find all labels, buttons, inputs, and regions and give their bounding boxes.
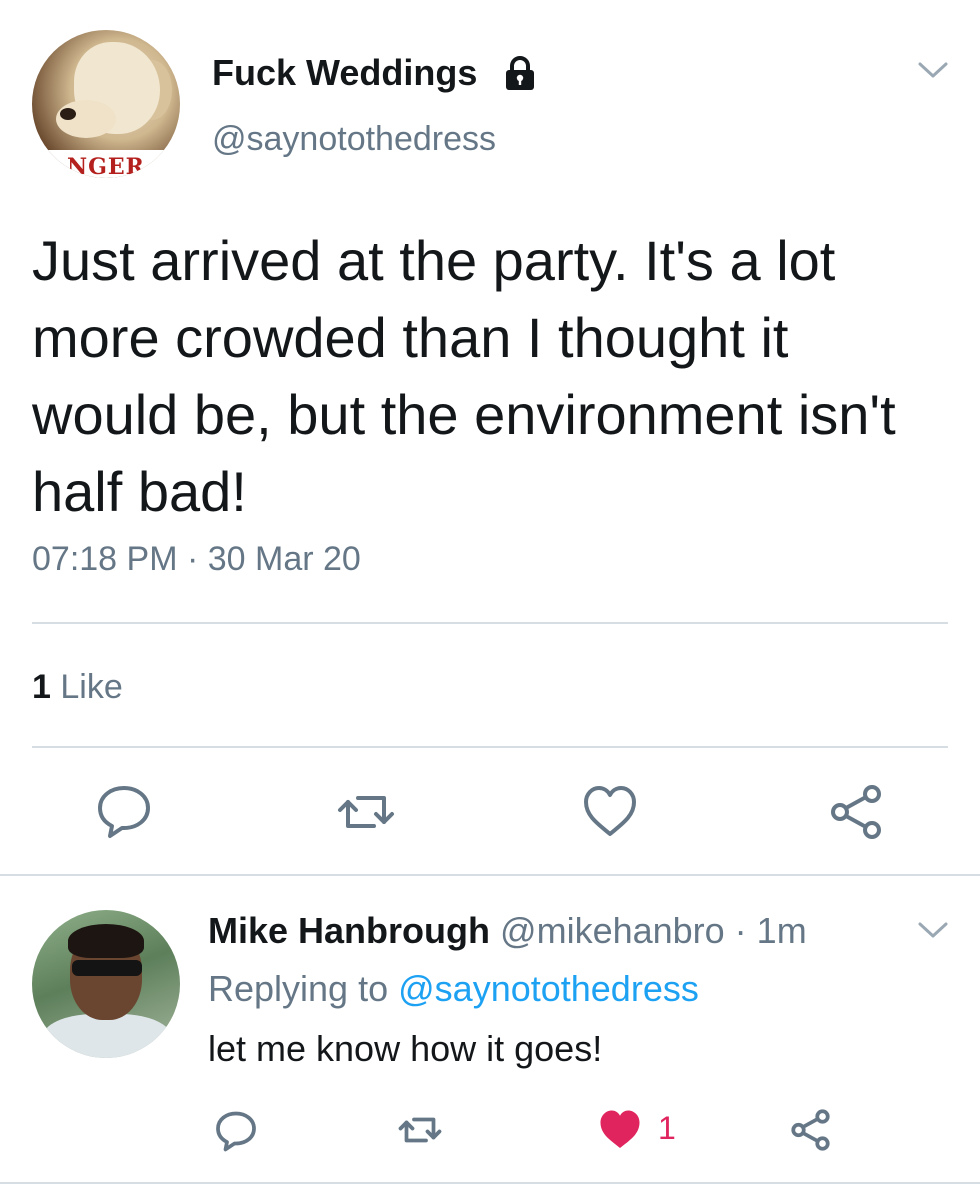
likes-count: 1 bbox=[32, 668, 51, 706]
avatar-banner-text: NGER bbox=[32, 150, 180, 178]
reply-author-name[interactable]: Mike Hanbrough bbox=[208, 910, 490, 951]
author-display-name[interactable]: Fuck Weddings bbox=[212, 52, 477, 94]
reply-icon[interactable] bbox=[92, 778, 156, 842]
retweet-icon[interactable] bbox=[396, 1106, 444, 1154]
share-icon[interactable] bbox=[826, 780, 890, 844]
reply-header[interactable]: Mike Hanbrough @mikehanbro · 1m bbox=[208, 910, 807, 952]
heart-filled-icon[interactable] bbox=[596, 1106, 644, 1154]
reply-like-count: 1 bbox=[658, 1110, 676, 1146]
tweet-timestamp[interactable]: 07:18 PM · 30 Mar 20 bbox=[32, 540, 361, 579]
like-icon[interactable] bbox=[578, 780, 642, 844]
replying-prefix: Replying to bbox=[208, 968, 389, 1009]
avatar-shirt bbox=[42, 1014, 172, 1058]
reply-author-meta[interactable]: @mikehanbro · 1m bbox=[500, 910, 807, 951]
section-divider bbox=[0, 874, 980, 876]
chevron-down-icon[interactable] bbox=[916, 918, 950, 942]
likes-summary[interactable]: 1 Like bbox=[32, 668, 123, 707]
chevron-down-icon[interactable] bbox=[916, 58, 950, 82]
replying-mention-link[interactable]: @saynotothedress bbox=[398, 968, 699, 1009]
avatar-dog-nose bbox=[60, 108, 76, 120]
reply-text: let me know how it goes! bbox=[208, 1028, 603, 1069]
avatar-hair bbox=[68, 924, 144, 958]
divider bbox=[32, 622, 948, 624]
avatar-sunglasses bbox=[72, 960, 142, 976]
tweet-text: Just arrived at the party. It's a lot mo… bbox=[32, 229, 896, 523]
reply-author-avatar[interactable] bbox=[32, 910, 180, 1058]
retweet-icon[interactable] bbox=[334, 780, 398, 844]
reply-icon[interactable] bbox=[212, 1106, 260, 1154]
share-icon[interactable] bbox=[788, 1106, 836, 1154]
lock-icon bbox=[506, 56, 534, 90]
bottom-divider bbox=[0, 1182, 980, 1184]
replying-to-line: Replying to @saynotothedress bbox=[208, 968, 699, 1010]
author-avatar[interactable]: NGER bbox=[32, 30, 180, 178]
likes-label: Like bbox=[60, 668, 123, 706]
author-handle[interactable]: @saynotothedress bbox=[212, 120, 496, 159]
divider bbox=[32, 746, 948, 748]
